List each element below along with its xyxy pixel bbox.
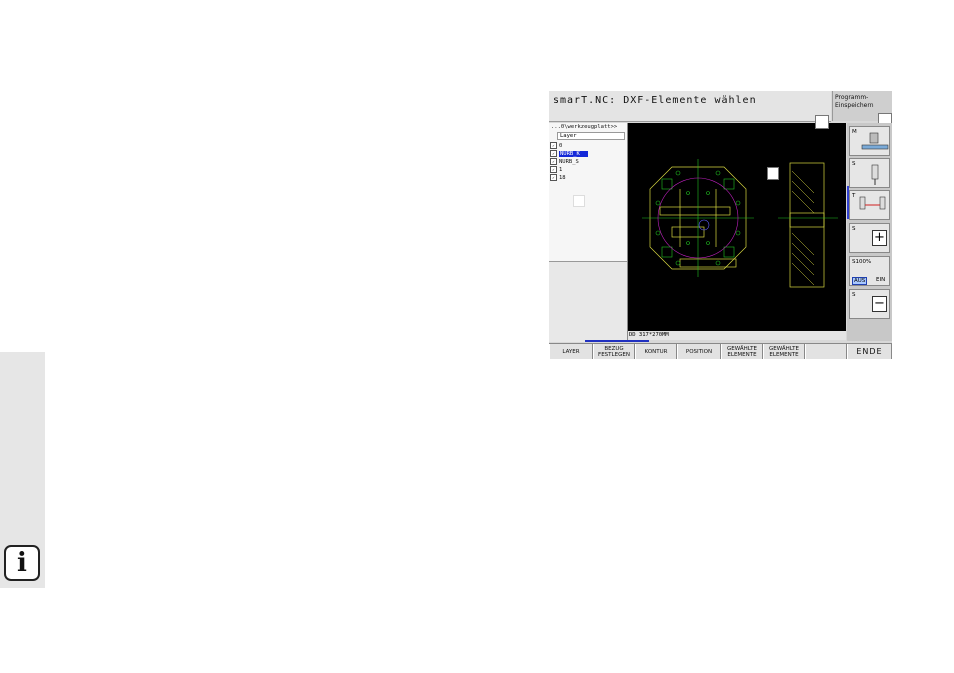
checkbox[interactable]: ✓ [550,174,557,181]
drill-hole [735,200,741,206]
corner-pocket [661,246,673,258]
aus-option[interactable]: AUS [852,277,868,285]
layer-item[interactable]: ✓ NURB_K [550,150,627,158]
title-bar: smarT.NC: DXF-Elemente wählen [549,91,831,122]
layer-item[interactable]: ✓ NURB_S [550,158,627,166]
dxf-canvas[interactable] [628,123,846,331]
coordinate-readout: DD 317*270MM [628,331,846,340]
corner-pocket [661,178,673,190]
layer-panel: ...0\werkzeugplatt>> Layer ✓ 0 ✓ NURB_K ✓ N… [549,123,628,342]
drill-hole [675,170,681,176]
m-function-button[interactable]: M [849,126,890,156]
program-save-label-1: Programm- [835,94,869,101]
layer-item[interactable]: ✓ 1 [550,166,627,174]
drill-hole [686,191,690,195]
softkey-selected-elements-1[interactable]: GEWÄHLTE ELEMENTE [721,344,763,359]
checkbox[interactable]: ✓ [550,150,557,157]
softkey-bar: LAYER BEZUG FESTLEGEN KONTUR POSITION GEW… [549,343,892,359]
drill-hole [715,260,721,266]
softkey-position[interactable]: POSITION [677,344,721,359]
checkbox[interactable]: ✓ [550,166,557,173]
callout-marker [767,167,779,180]
info-icon: i [4,545,40,581]
layer-path: ...0\werkzeugplatt>> [551,124,618,130]
callout-marker [573,195,585,207]
coolant-icon [861,132,889,150]
drill-hole [706,191,710,195]
drill-hole [675,260,681,266]
side-view-outline [789,162,825,288]
drill-hole [735,230,741,236]
spindle-button[interactable]: S [849,158,890,188]
spindle-plus-button[interactable]: S + [849,223,890,253]
softkey-contour[interactable]: KONTUR [635,344,677,359]
dxf-drawing [642,159,838,288]
tool-button[interactable]: T [849,190,890,220]
drill-hole [686,241,690,245]
progress-strip [585,340,649,342]
layer-info-area [549,261,627,342]
drill-hole [655,230,661,236]
spindle-minus-button[interactable]: S − [849,289,890,319]
callout-marker [815,115,829,129]
machine-function-panel: M S T S + S100% AUS EIN S − [847,123,892,341]
drill-hole [715,170,721,176]
slot-top [659,206,731,216]
layer-item[interactable]: ✓ 18 [550,174,627,182]
spindle-override-toggle[interactable]: S100% AUS EIN [849,256,890,286]
minus-icon: − [872,296,887,312]
ein-option[interactable]: EIN [876,277,885,283]
softkey-layer[interactable]: LAYER [549,344,593,359]
softkey-selected-elements-2[interactable]: GEWÄHLTE ELEMENTE [763,344,805,359]
spindle-icon [871,164,879,185]
softkey-empty[interactable] [805,344,847,359]
drill-hole [655,200,661,206]
cnc-screen: smarT.NC: DXF-Elemente wählen Programm- … [549,91,892,359]
checkbox[interactable]: ✓ [550,142,557,149]
checkbox[interactable]: ✓ [550,158,557,165]
corner-pocket [723,178,735,190]
layer-header: Layer [557,132,625,140]
plus-icon: + [872,230,887,246]
slot-middle [671,226,705,238]
drill-hole [706,241,710,245]
page-title: smarT.NC: DXF-Elemente wählen [553,95,757,106]
program-save-label-2: Einspeichern [835,102,874,109]
tool-change-icon [859,196,886,210]
softkey-set-datum[interactable]: BEZUG FESTLEGEN [593,344,635,359]
softkey-end[interactable]: ENDE [847,344,892,359]
corner-pocket [723,246,735,258]
layer-item[interactable]: ✓ 0 [550,142,627,150]
